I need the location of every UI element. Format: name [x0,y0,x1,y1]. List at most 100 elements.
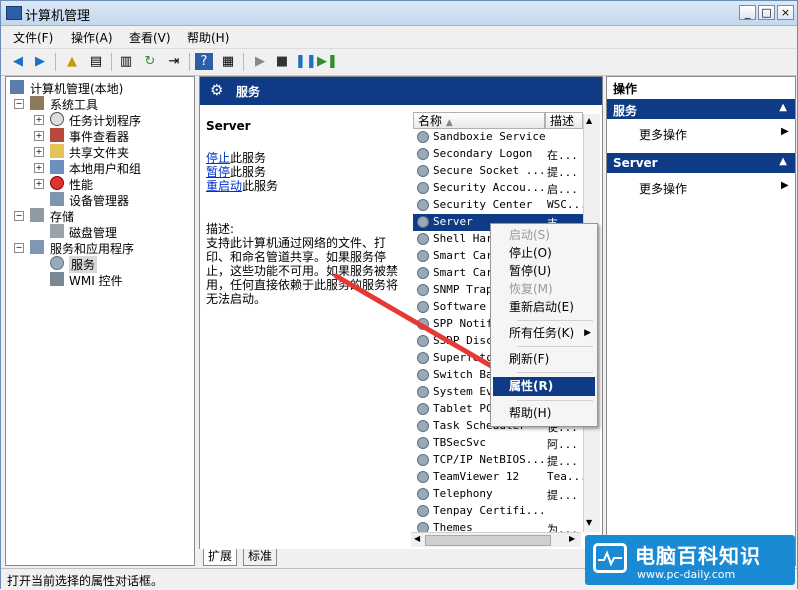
app-icon [6,6,22,20]
gear-icon [417,182,429,194]
tree-item-services-apps[interactable]: 服务和应用程序 [50,240,134,257]
table-row[interactable]: Sandboxie Service [413,129,583,146]
gear-icon [417,233,429,245]
restart-service-icon[interactable]: ▶❚ [317,53,338,70]
menu-item-stop[interactable]: 停止(O) [493,244,595,263]
table-row[interactable]: Security Center WSC... [413,197,583,214]
tree-item-storage[interactable]: 存储 [50,208,74,225]
scroll-thumb[interactable] [425,535,551,546]
properties-sheet-icon[interactable]: ▥ [117,53,135,70]
menu-item-refresh[interactable]: 刷新(F) [493,350,595,369]
tree-item-device-manager[interactable]: 设备管理器 [69,192,129,209]
tree-item-disk-management[interactable]: 磁盘管理 [69,224,117,241]
service-name: Themes [433,521,473,532]
expander-system-tools[interactable]: − [14,99,24,109]
tree-item-services[interactable]: 服务 [69,256,98,273]
submenu-arrow-icon: ▶ [781,180,789,191]
more-actions-services[interactable]: 更多操作 [639,126,687,143]
device-manager-icon [50,192,64,206]
service-name: TBSecSvc [433,436,486,449]
tree-item-event-viewer[interactable]: 事件查看器 [69,128,129,145]
menu-file[interactable]: 文件(F) [13,29,53,46]
more-actions-server[interactable]: 更多操作 [639,180,687,197]
services-header-title: 服务 [236,85,261,99]
menu-item-resume[interactable]: 恢复(M) [493,280,595,299]
column-header-name[interactable]: 名称 ▲ [413,112,545,129]
table-row[interactable]: TBSecSvc 阿... [413,435,583,452]
menu-item-start[interactable]: 启动(S) [493,226,595,245]
menu-item-all-tasks[interactable]: 所有任务(K) ▶ [493,324,595,343]
storage-icon [30,208,44,222]
table-row[interactable]: TeamViewer 12 Tea... [413,469,583,486]
menu-action[interactable]: 操作(A) [71,29,113,46]
tree-item-system-tools[interactable]: 系统工具 [50,96,98,113]
service-desc: Tea... [547,470,583,483]
collapse-up-icon[interactable]: ▲ [779,156,787,167]
restart-service-link[interactable]: 重启动 [206,179,242,193]
pause-service-icon[interactable]: ❚❚ [295,53,317,70]
table-row[interactable]: TCP/IP NetBIOS... 提... [413,452,583,469]
expander-task-scheduler[interactable]: + [34,115,44,125]
menu-item-help[interactable]: 帮助(H) [493,404,595,423]
expander-local-users[interactable]: + [34,163,44,173]
stop-service-icon[interactable]: ■ [273,53,291,70]
menu-help[interactable]: 帮助(H) [187,29,229,46]
show-hide-tree-icon[interactable]: ▤ [87,53,105,70]
forward-arrow-icon[interactable]: ▶ [31,53,49,70]
table-row[interactable]: Tenpay Certifi... [413,503,583,520]
expander-event-viewer[interactable]: + [34,131,44,141]
tree-item-task-scheduler[interactable]: 任务计划程序 [69,112,141,129]
collapse-up-icon[interactable]: ▲ [779,102,787,113]
service-desc: 提... [547,489,578,502]
tree-item-shared-folders[interactable]: 共享文件夹 [69,144,129,161]
help-icon[interactable]: ? [195,53,213,70]
table-row[interactable]: Telephony 提... [413,486,583,503]
refresh-icon[interactable]: ↻ [141,53,159,70]
maximize-button[interactable]: □ [758,5,775,20]
tree-root[interactable]: 计算机管理(本地) [30,80,123,97]
back-arrow-icon[interactable]: ◀ [9,53,27,70]
service-name: TCP/IP NetBIOS... [433,453,546,466]
menu-item-restart[interactable]: 重新启动(E) [493,298,595,317]
watermark-logo: 电脑百科知识 www.pc-daily.com [585,535,795,585]
expander-performance[interactable]: + [34,179,44,189]
menu-item-properties[interactable]: 属性(R) [493,377,595,396]
services-apps-icon [30,240,44,254]
action-pane-icon[interactable]: ▦ [219,53,237,70]
table-row[interactable]: Secondary Logon 在... [413,146,583,163]
menu-view[interactable]: 查看(V) [129,29,171,46]
tab-extended[interactable]: 扩展 [203,549,238,566]
actions-section-services[interactable]: 服务 ▲ [607,99,795,119]
expander-shared-folders[interactable]: + [34,147,44,157]
tree-item-wmi[interactable]: WMI 控件 [69,272,123,289]
table-row[interactable]: Security Accou... 启... [413,180,583,197]
gear-icon [417,403,429,415]
scroll-down-icon[interactable]: ▼ [586,518,592,527]
actions-section-server[interactable]: Server ▲ [607,153,795,173]
horizontal-scrollbar[interactable]: ◀ ▶ [411,532,581,547]
scroll-up-icon[interactable]: ▲ [586,116,592,125]
table-row[interactable]: Secure Socket ... 提... [413,163,583,180]
tree-item-local-users[interactable]: 本地用户和组 [69,160,141,177]
minimize-button[interactable]: _ [739,5,756,20]
title-bar: 计算机管理 _ □ × [1,1,797,26]
scroll-left-icon[interactable]: ◀ [414,534,420,543]
expander-storage[interactable]: − [14,211,24,221]
service-desc: 阿... [547,438,578,451]
scroll-right-icon[interactable]: ▶ [569,534,575,543]
tab-standard[interactable]: 标准 [243,549,278,566]
menu-item-pause[interactable]: 暂停(U) [493,262,595,281]
expander-services-apps[interactable]: − [14,243,24,253]
service-name: Secure Socket ... [433,164,546,177]
tree-item-performance[interactable]: 性能 [69,176,93,193]
table-row[interactable]: Themes 为... [413,520,583,532]
up-folder-icon[interactable]: ▲ [63,53,81,70]
column-header-desc[interactable]: 描述 [545,112,583,129]
export-list-icon[interactable]: ⇥ [165,53,183,70]
start-service-icon[interactable]: ▶ [251,53,269,70]
window-title: 计算机管理 [25,9,91,24]
close-button[interactable]: × [777,5,794,20]
computer-icon [10,80,24,94]
service-name: Telephony [433,487,493,500]
status-text: 打开当前选择的属性对话框。 [7,574,164,588]
